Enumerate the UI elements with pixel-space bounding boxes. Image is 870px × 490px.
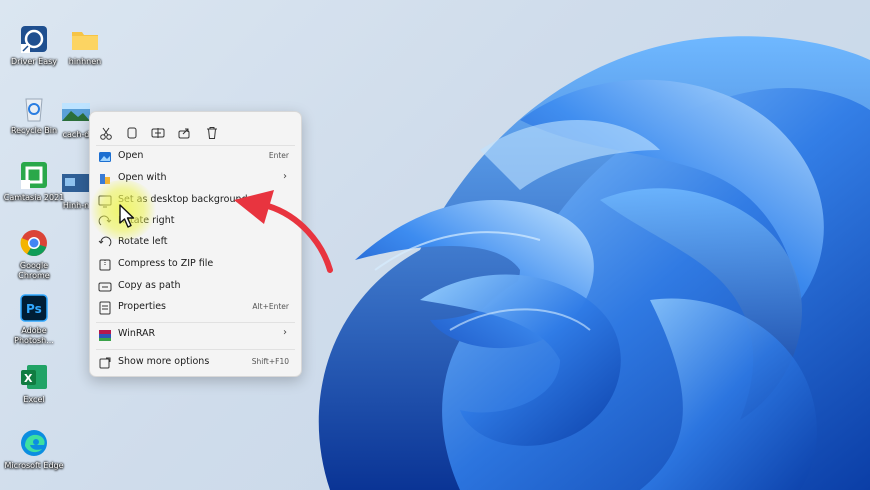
desktop-icon-chrome[interactable]: Google Chrome [3, 228, 65, 281]
context-menu-toolbar [90, 118, 301, 142]
delete-icon[interactable] [201, 122, 223, 144]
divider [96, 322, 295, 323]
camtasia-icon [19, 160, 49, 190]
recycle-bin-icon [19, 93, 49, 123]
desktop-icon-edge[interactable]: Microsoft Edge [3, 428, 65, 471]
desktop-icon-folder[interactable]: hinhnen [54, 24, 116, 67]
more-options-icon [98, 355, 112, 369]
desktop-icon-excel[interactable]: X Excel [3, 362, 65, 405]
copy-icon[interactable] [121, 122, 143, 144]
photos-icon [98, 149, 112, 163]
divider [96, 349, 295, 350]
desktop[interactable]: Driver Easy hinhnen Recycle Bin cach-d C… [0, 0, 870, 490]
image-thumbnail-icon [61, 97, 91, 127]
chevron-right-icon: › [283, 327, 287, 338]
driver-easy-icon [19, 24, 49, 54]
image-thumbnail-icon [61, 168, 91, 198]
excel-icon: X [19, 362, 49, 392]
zip-icon [98, 257, 112, 271]
menu-item-copy-as-path[interactable]: Copy as path [94, 276, 297, 297]
svg-text:Ps: Ps [26, 302, 42, 316]
properties-icon [98, 300, 112, 315]
svg-text:X: X [24, 372, 33, 385]
photoshop-icon: Ps [19, 293, 49, 323]
chevron-right-icon: › [283, 171, 287, 182]
share-icon[interactable] [173, 122, 195, 144]
edge-icon [19, 428, 49, 458]
rename-icon[interactable] [147, 122, 169, 144]
annotation-arrow [234, 190, 333, 273]
cut-icon[interactable] [95, 122, 117, 144]
menu-item-show-more-options[interactable]: Show more options Shift+F10 [94, 352, 297, 373]
menu-item-open[interactable]: Open Enter [94, 146, 297, 167]
path-icon [98, 279, 112, 293]
desktop-icon-photoshop[interactable]: Ps Adobe Photosh... [3, 293, 65, 346]
chrome-icon [19, 228, 49, 258]
menu-item-properties[interactable]: Properties Alt+Enter [94, 297, 297, 318]
winrar-icon [98, 327, 112, 341]
mouse-cursor-icon [119, 204, 135, 228]
menu-item-winrar[interactable]: WinRAR › [94, 324, 297, 345]
folder-icon [70, 24, 100, 54]
